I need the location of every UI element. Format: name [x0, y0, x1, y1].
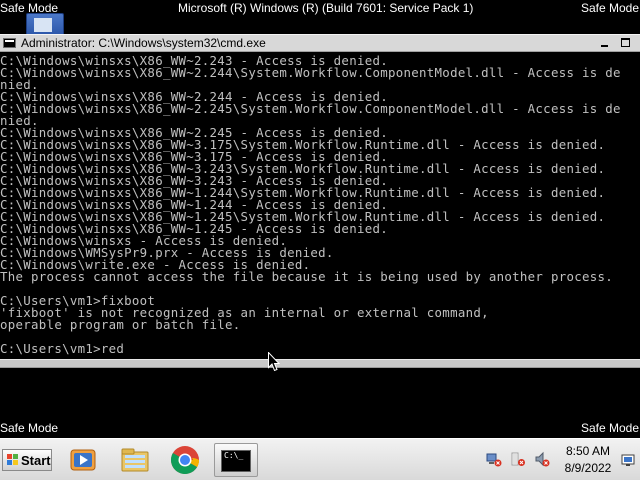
- chrome-button[interactable]: [168, 443, 202, 477]
- window-titlebar[interactable]: Administrator: C:\Windows\system32\cmd.e…: [0, 34, 640, 52]
- mouse-pointer-icon: [268, 352, 280, 372]
- command-prompt-icon[interactable]: [3, 38, 16, 48]
- console-line: The process cannot access the file becau…: [0, 269, 614, 284]
- safe-mode-label-bottom-right: Safe Mode: [580, 421, 639, 435]
- minimize-button[interactable]: [598, 37, 612, 49]
- media-player-icon: [70, 449, 96, 471]
- volume-muted-icon[interactable]: [534, 451, 550, 467]
- command-prompt-taskbar-button[interactable]: C:\_: [214, 443, 258, 477]
- console-output[interactable]: C:\Windows\winsxs\X86_WW~2.243 - Access …: [0, 55, 640, 363]
- start-label: Start: [21, 453, 51, 468]
- taskbar: Start C:\_ 8:50 AM 8/9/2022: [0, 438, 640, 480]
- show-desktop-icon[interactable]: [621, 453, 635, 467]
- horizontal-scrollbar[interactable]: [0, 359, 640, 368]
- windows-explorer-icon: [121, 448, 149, 472]
- clock-date[interactable]: 8/9/2022: [560, 461, 616, 475]
- console-line: C:\Windows\winsxs\X86_WW~2.244\System.Wo…: [0, 65, 621, 80]
- system-tray: [480, 451, 560, 469]
- command-prompt-icon: C:\_: [221, 450, 251, 472]
- clock-time[interactable]: 8:50 AM: [560, 444, 616, 458]
- console-line: C:\Users\vm1>red: [0, 341, 125, 356]
- maximize-button[interactable]: [619, 37, 633, 49]
- safe-mode-label-bottom-left: Safe Mode: [0, 421, 59, 435]
- desktop: Safe Mode Microsoft (R) Windows (R) (Bui…: [0, 0, 640, 480]
- network-error-icon[interactable]: [486, 451, 502, 467]
- safe-mode-label-top-right: Safe Mode: [580, 1, 639, 15]
- safe-mode-label-top-left: Safe Mode: [0, 1, 59, 15]
- windows-explorer-button[interactable]: [118, 443, 152, 477]
- action-center-error-icon[interactable]: [510, 451, 526, 467]
- media-player-button[interactable]: [66, 443, 100, 477]
- window-title: Administrator: C:\Windows\system32\cmd.e…: [21, 36, 266, 50]
- start-button[interactable]: Start: [2, 449, 52, 471]
- console-line: C:\Windows\winsxs\X86_WW~2.245\System.Wo…: [0, 101, 621, 116]
- chrome-icon: [171, 446, 199, 474]
- windows-logo-icon: [7, 454, 19, 466]
- console-line: operable program or batch file.: [0, 317, 241, 332]
- build-info: Microsoft (R) Windows (R) (Build 7601: S…: [178, 1, 474, 15]
- command-prompt-window[interactable]: Administrator: C:\Windows\system32\cmd.e…: [0, 34, 640, 368]
